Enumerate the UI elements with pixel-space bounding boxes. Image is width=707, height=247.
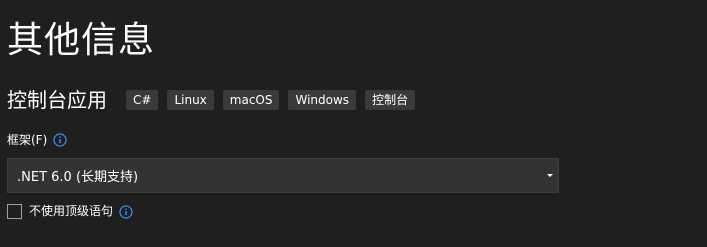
- tag-linux: Linux: [167, 90, 214, 110]
- project-type-row: 控制台应用 C# Linux macOS Windows 控制台: [7, 87, 416, 113]
- tag-csharp: C#: [126, 90, 159, 110]
- framework-select-value: .NET 6.0 (长期支持): [17, 170, 139, 185]
- project-type-title: 控制台应用: [7, 88, 107, 112]
- top-level-statements-checkbox[interactable]: [7, 204, 22, 219]
- tag-macos: macOS: [222, 90, 280, 110]
- top-level-statements-row: 不使用顶级语句: [7, 203, 133, 220]
- framework-label-row: 框架(F): [7, 131, 67, 149]
- chevron-down-icon: [547, 174, 553, 177]
- framework-select[interactable]: .NET 6.0 (长期支持): [7, 158, 559, 193]
- framework-label: 框架(F): [7, 133, 48, 147]
- info-icon[interactable]: [53, 133, 67, 147]
- tag-console: 控制台: [365, 90, 416, 110]
- additional-info-page: 其他信息 控制台应用 C# Linux macOS Windows 控制台 框架…: [0, 0, 707, 247]
- top-level-statements-label[interactable]: 不使用顶级语句: [29, 203, 113, 220]
- page-title: 其他信息: [7, 20, 156, 61]
- info-icon[interactable]: [119, 204, 133, 219]
- tag-windows: Windows: [288, 90, 357, 110]
